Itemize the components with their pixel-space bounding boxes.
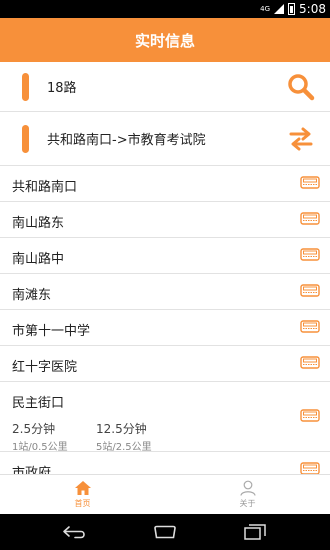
bus-icon [300,284,320,297]
route-name[interactable]: 18路 [47,77,284,96]
back-icon [63,526,85,539]
list-item[interactable]: 市第十一中学 [0,310,330,346]
eta-second: 12.5分钟 [96,422,147,436]
bus-icon [300,176,320,189]
list-item[interactable]: 南滩东 [0,274,330,310]
home-nav-icon [154,525,176,539]
tab-home-label: 首页 [74,499,91,508]
swap-direction-button[interactable] [284,122,318,156]
tab-about[interactable]: 关于 [165,475,330,514]
status-bar: 4G 5:08 [0,0,330,18]
stop-name: 南山路中 [12,252,65,267]
distance-second: 5站/2.5公里 [96,442,152,453]
stop-name: 市政府 [12,466,52,474]
title-bar: 实时信息 [0,18,330,62]
recent-apps-button[interactable] [240,522,270,542]
stop-name: 红十字医院 [12,360,78,375]
clock: 5:08 [299,2,326,16]
stop-name: 市第十一中学 [12,324,91,339]
user-icon [239,480,256,496]
system-nav-bar [0,514,330,550]
list-item[interactable]: 南山路东 [0,202,330,238]
list-item[interactable]: 共和路南口 [0,166,330,202]
list-item[interactable]: 南山路中 [0,238,330,274]
home-button[interactable] [150,522,180,542]
bus-icon [300,248,320,261]
list-item[interactable]: 红十字医院 [0,346,330,382]
tab-home[interactable]: 首页 [0,475,165,514]
distance-first: 1站/0.5公里 [12,442,68,453]
stop-name: 共和路南口 [12,180,78,195]
route-search-row[interactable]: 18路 [0,62,330,112]
swap-icon [289,127,313,150]
home-icon [74,481,91,495]
bus-icon [300,320,320,333]
stop-name: 南山路东 [12,216,65,231]
bus-icon [300,462,320,474]
list-item[interactable]: 民主街口 2.5分钟 12.5分钟 1站/0.5公里 5站/2.5公里 [0,382,330,453]
accent-bar [22,124,29,153]
list-item[interactable]: 市政府 [0,452,330,474]
bus-icon [300,409,320,422]
bus-icon [300,356,320,369]
stop-name: 民主街口 [12,396,65,411]
bottom-tab-bar: 首页 关于 [0,474,330,514]
bus-icon [300,212,320,225]
back-button[interactable] [60,522,90,542]
accent-bar [22,72,29,101]
eta-first: 2.5分钟 [12,422,56,436]
direction-text: 共和路南口->市教育考试院 [47,133,206,148]
tab-about-label: 关于 [239,499,256,508]
stop-name: 南滩东 [12,288,52,303]
search-icon [288,73,315,100]
signal-icon [274,4,285,14]
search-button[interactable] [284,70,318,104]
network-type: 4G [260,4,271,13]
recents-icon [244,524,266,540]
battery-icon [288,3,296,15]
stop-list[interactable]: 共和路南口 南山路东 南山路中 南滩东 市第十一中学 红十字医院 民主街口 2.… [0,166,330,474]
direction-row: 共和路南口->市教育考试院 [0,112,330,166]
page-title: 实时信息 [134,31,195,50]
